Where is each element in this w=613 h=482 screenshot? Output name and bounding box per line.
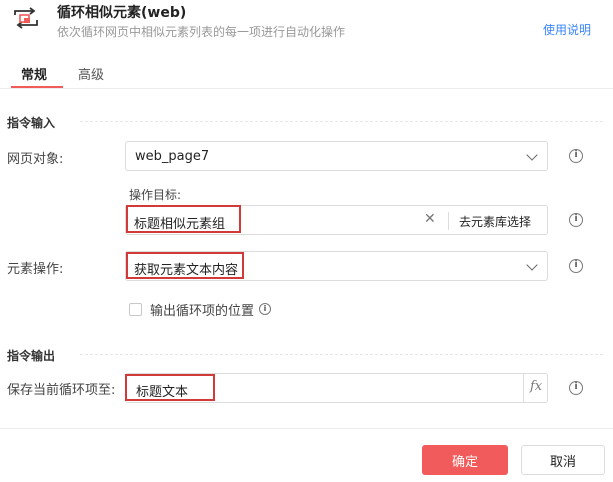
loop-icon: [11, 5, 41, 31]
element-action-label: 元素操作:: [7, 262, 64, 277]
web-object-label: 网页对象:: [7, 152, 64, 167]
fx-icon[interactable]: fx: [530, 379, 542, 394]
section-divider: [80, 121, 603, 122]
divider: [523, 374, 524, 402]
info-icon[interactable]: i: [569, 149, 583, 163]
highlight-box-target: [126, 205, 241, 233]
confirm-button[interactable]: 确定: [422, 445, 508, 475]
clear-icon[interactable]: ✕: [424, 211, 436, 227]
web-object-value: web_page7: [135, 149, 210, 164]
info-icon[interactable]: i: [569, 259, 583, 273]
divider: [448, 212, 449, 230]
output-position-checkbox[interactable]: [129, 303, 142, 316]
chevron-down-icon: [526, 149, 538, 161]
help-link[interactable]: 使用说明: [543, 21, 591, 38]
info-icon[interactable]: i: [569, 213, 583, 227]
info-icon[interactable]: i: [259, 303, 271, 315]
highlight-box-action: [126, 252, 244, 279]
dialog-title: 循环相似元素(web): [57, 5, 187, 21]
section-divider: [80, 354, 603, 355]
tab-general[interactable]: 常规: [21, 64, 47, 83]
tab-advanced[interactable]: 高级: [78, 64, 104, 83]
dialog-description: 依次循环网页中相似元素列表的每一项进行自动化操作: [57, 25, 346, 39]
save-current-label: 保存当前循环项至:: [7, 383, 116, 398]
section-title-input: 指令输入: [7, 116, 56, 130]
footer-divider: [0, 428, 613, 429]
chevron-down-icon: [526, 259, 538, 271]
section-title-output: 指令输出: [7, 349, 56, 363]
output-position-label: 输出循环项的位置: [150, 304, 255, 319]
tab-divider: [0, 88, 613, 89]
web-object-select[interactable]: web_page7: [125, 141, 548, 171]
cancel-button[interactable]: 取消: [521, 445, 605, 475]
element-library-button[interactable]: 去元素库选择: [459, 213, 531, 230]
highlight-box-output: [125, 374, 215, 401]
target-label: 操作目标:: [129, 188, 182, 202]
info-icon[interactable]: i: [569, 381, 583, 395]
